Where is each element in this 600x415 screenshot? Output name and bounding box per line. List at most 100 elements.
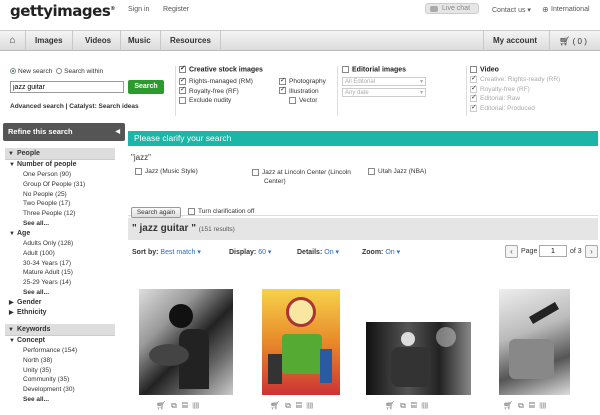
rf-checkbox[interactable] <box>179 85 186 95</box>
refine-header[interactable]: Refine this search ◀ <box>3 123 125 141</box>
contact-us-link[interactable]: Contact us ▾ <box>492 6 531 14</box>
nav-resources[interactable]: Resources <box>161 31 221 51</box>
sign-in-link[interactable]: Sign in <box>128 6 149 13</box>
search-button[interactable]: Search <box>128 80 164 94</box>
editorial-filters: Editorial images All Editorial Any date <box>342 66 426 99</box>
facet-item[interactable]: 30-34 Years (17) <box>5 259 117 269</box>
editorial-type-select[interactable]: All Editorial <box>342 77 426 87</box>
see-all-link[interactable]: See all... <box>5 288 117 298</box>
facet-item[interactable]: One Person (90) <box>5 170 117 180</box>
nav-videos[interactable]: Videos <box>76 31 122 51</box>
refine-sidebar: ▼ People ▼ Number of people One Person (90… <box>5 148 117 405</box>
cart-icon: 🛒︎ <box>559 36 571 46</box>
register-link[interactable]: Register <box>163 6 189 13</box>
creative-checkbox[interactable] <box>179 64 186 73</box>
search-within-radio[interactable] <box>56 68 63 75</box>
gender-toggle[interactable]: ▶ Gender <box>5 298 117 308</box>
result-thumbnail[interactable] <box>139 289 233 395</box>
page-input[interactable] <box>539 245 567 257</box>
zoom-select[interactable]: On ▾ <box>385 249 400 256</box>
nav-music[interactable]: Music <box>119 31 161 51</box>
video-raw-checkbox[interactable] <box>470 93 477 103</box>
see-all-link[interactable]: See all... <box>5 395 117 405</box>
photography-checkbox[interactable] <box>279 76 286 85</box>
video-rf-checkbox[interactable] <box>470 84 477 93</box>
collapse-arrow-icon: ◀ <box>115 129 120 135</box>
facet-item[interactable]: No People (25) <box>5 190 117 200</box>
details-select[interactable]: On ▾ <box>324 249 339 256</box>
facet-item[interactable]: Adults Only (126) <box>5 239 117 249</box>
ethnicity-toggle[interactable]: ▶ Ethnicity <box>5 308 117 318</box>
thumbnail-tools[interactable]: 🛒︎⧉▤▥ <box>385 401 433 411</box>
advanced-search-link[interactable]: Advanced search <box>10 103 64 110</box>
sort-select[interactable]: Best match ▾ <box>160 249 200 256</box>
concept-toggle[interactable]: ▼ Concept <box>5 336 117 346</box>
illustration-checkbox[interactable] <box>279 85 286 95</box>
home-icon[interactable]: ⌂ <box>0 31 26 51</box>
see-all-link[interactable]: See all... <box>5 219 117 229</box>
search-input[interactable] <box>10 81 124 93</box>
rm-checkbox[interactable] <box>179 76 186 85</box>
catalyst-link[interactable]: Catalyst: Search ideas <box>69 103 138 110</box>
main-nav: ⌂ Images Videos Music Resources My accou… <box>0 30 600 51</box>
video-produced-checkbox[interactable] <box>470 103 477 112</box>
video-rf-label: Royalty-free (RF) <box>480 85 530 93</box>
result-thumbnail[interactable] <box>366 322 471 395</box>
keywords-header[interactable]: ▼ Keywords <box>5 323 115 336</box>
rm-label: Rights-managed (RM) <box>189 78 253 85</box>
facet-item[interactable]: Unity (35) <box>5 366 117 376</box>
age-toggle[interactable]: ▼ Age <box>5 229 117 239</box>
display-label: Display: <box>229 249 257 256</box>
vector-label: Vector <box>299 97 318 104</box>
my-account-link[interactable]: My account <box>483 31 546 51</box>
live-chat-button[interactable]: Live chat <box>425 3 479 14</box>
clarify-checkbox[interactable] <box>135 168 142 175</box>
video-checkbox[interactable] <box>470 66 477 73</box>
new-search-radio[interactable] <box>10 68 16 75</box>
facet-item[interactable]: Two People (17) <box>5 199 117 209</box>
editorial-date-select[interactable]: Any date <box>342 88 426 98</box>
editorial-checkbox[interactable] <box>342 66 349 73</box>
display-select[interactable]: 60 ▾ <box>258 249 271 256</box>
clarify-option-label: Jazz (Music Style) <box>145 168 198 176</box>
new-search-label: New search <box>18 68 53 75</box>
search-again-button[interactable]: Search again <box>131 207 181 218</box>
results-title: " jazz guitar " <box>132 223 196 234</box>
clarify-term: "jazz" <box>131 153 151 162</box>
turn-off-checkbox[interactable] <box>188 208 195 215</box>
facet-item[interactable]: Group Of People (31) <box>5 180 117 190</box>
getty-logo[interactable]: gettyimages® <box>10 2 115 20</box>
number-of-people-toggle[interactable]: ▼ Number of people <box>5 160 117 170</box>
facet-item[interactable]: Adult (100) <box>5 249 117 259</box>
facet-item[interactable]: Community (35) <box>5 375 117 385</box>
video-rr-checkbox[interactable] <box>470 74 477 84</box>
triangle-right-icon: ▶ <box>9 309 14 316</box>
exclude-nudity-checkbox[interactable] <box>179 96 186 104</box>
creative-title: Creative stock images <box>189 66 263 74</box>
next-page-button[interactable]: › <box>585 245 598 258</box>
facet-item[interactable]: Development (30) <box>5 385 117 395</box>
facet-item[interactable]: Performance (154) <box>5 346 117 356</box>
facet-item[interactable]: Three People (12) <box>5 209 117 219</box>
details-label: Details: <box>297 249 323 256</box>
thumbnail-tools[interactable]: 🛒︎⧉▤▥ <box>156 401 204 411</box>
clarify-checkbox[interactable] <box>368 168 375 175</box>
vector-checkbox[interactable] <box>289 96 296 104</box>
facet-item[interactable]: Mature Adult (15) <box>5 268 117 278</box>
people-header[interactable]: ▼ People <box>5 148 115 160</box>
international-link[interactable]: International <box>551 6 590 13</box>
clarify-option: Utah Jazz (NBA) <box>368 168 478 175</box>
facet-item[interactable]: North (38) <box>5 356 117 366</box>
globe-icon: ⊕ <box>542 5 549 14</box>
prev-page-button[interactable]: ‹ <box>505 245 518 258</box>
clarify-checkbox[interactable] <box>252 168 259 176</box>
facet-item[interactable]: 25-29 Years (14) <box>5 278 117 288</box>
thumbnail-tools[interactable]: 🛒︎⧉▤▥ <box>270 401 318 411</box>
nav-images[interactable]: Images <box>26 31 73 51</box>
result-thumbnail[interactable] <box>262 289 340 395</box>
cart-button[interactable]: 🛒︎ ( 0 ) <box>549 31 600 51</box>
clarify-option-label: Utah Jazz (NBA) <box>378 168 427 176</box>
photography-label: Photography <box>289 78 326 85</box>
thumbnail-tools[interactable]: 🛒︎⧉▤▥ <box>503 401 551 411</box>
result-thumbnail[interactable] <box>499 289 570 395</box>
